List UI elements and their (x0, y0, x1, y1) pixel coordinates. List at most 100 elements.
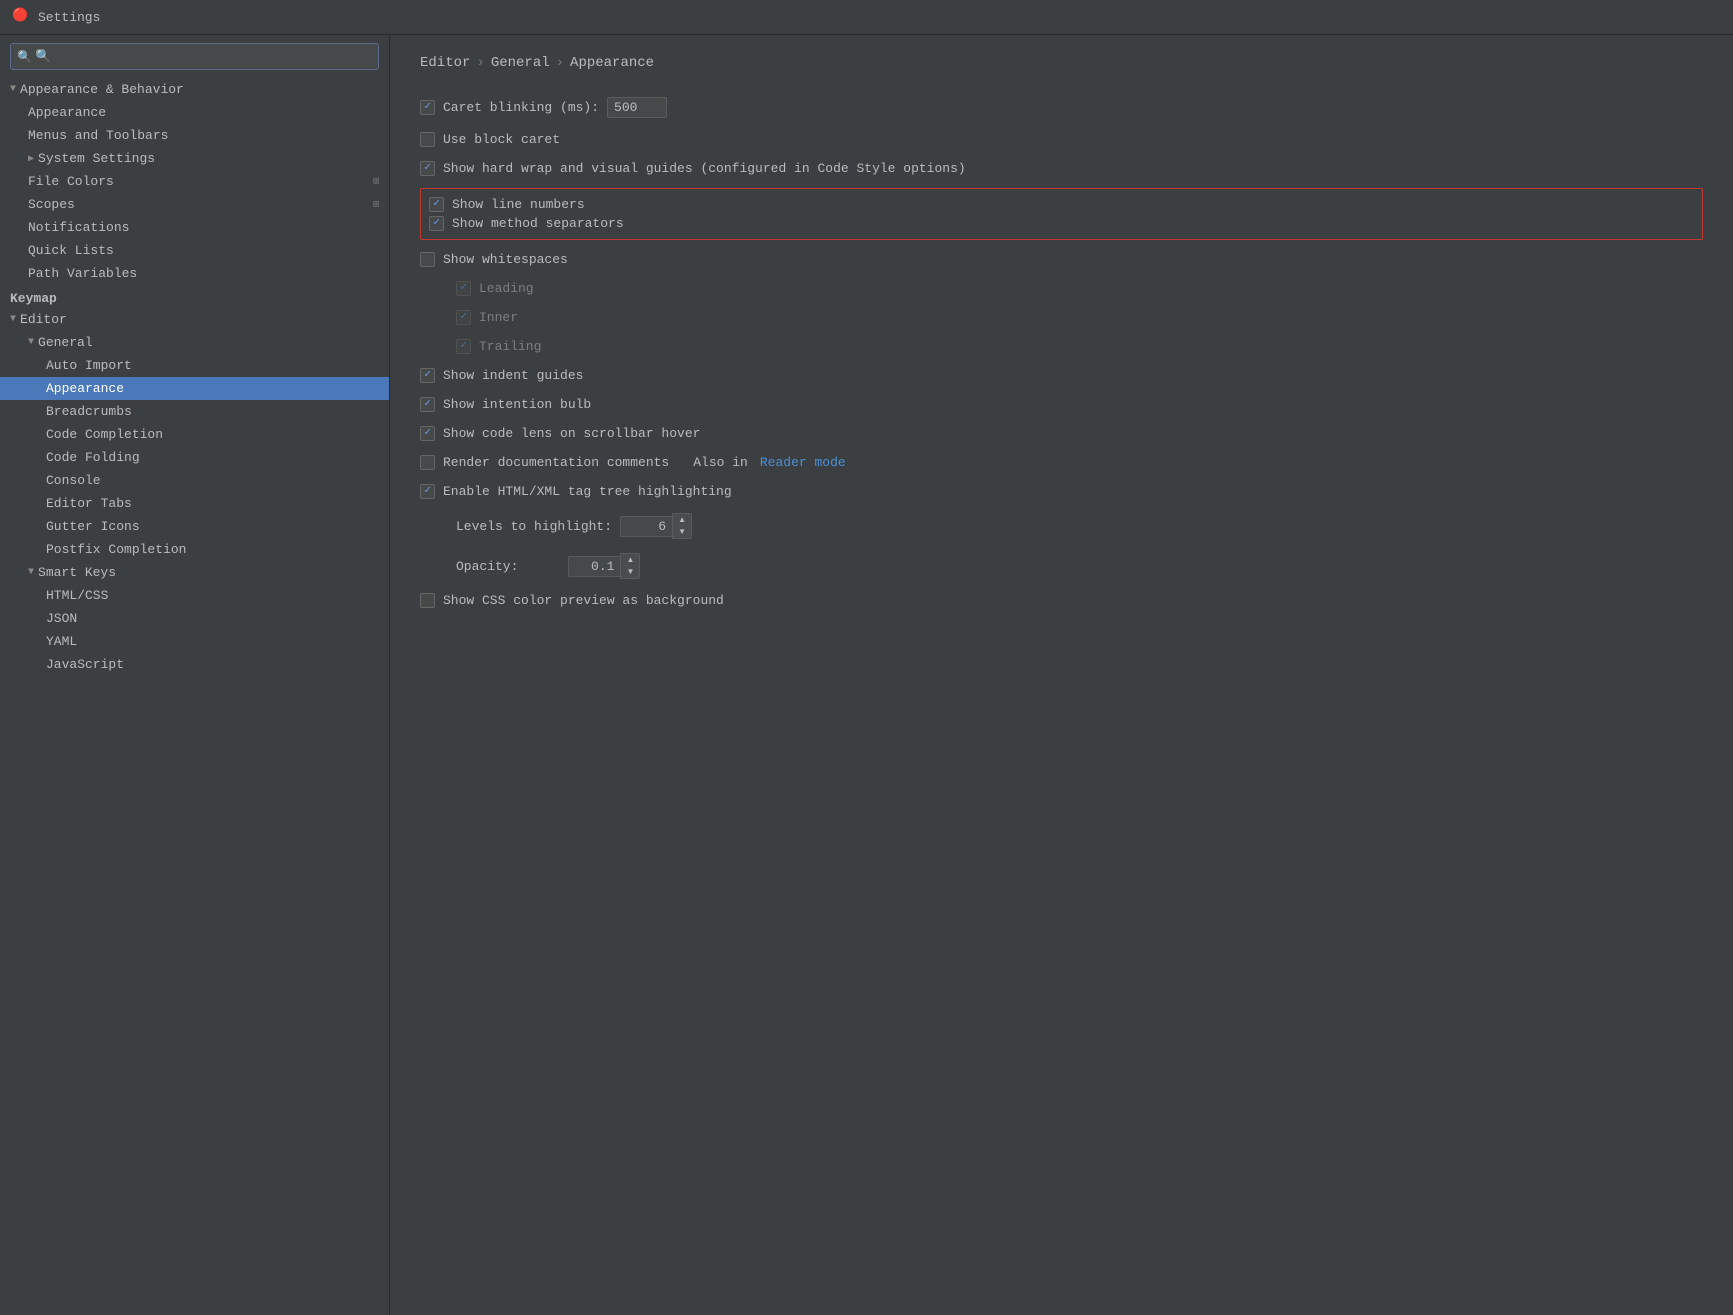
opacity-row: Opacity: ▲ ▼ (420, 551, 1703, 581)
sidebar-item-auto-import[interactable]: Auto Import (0, 354, 389, 377)
sidebar-item-label: Postfix Completion (46, 542, 186, 557)
sidebar-item-system-settings[interactable]: ▶ System Settings (0, 147, 389, 170)
sidebar-item-javascript[interactable]: JavaScript (0, 653, 389, 676)
sidebar-item-editor-tabs[interactable]: Editor Tabs (0, 492, 389, 515)
sidebar-item-scopes[interactable]: Scopes ⊞ (0, 193, 389, 216)
sidebar-item-label: File Colors (28, 174, 114, 189)
sidebar-item-label: Auto Import (46, 358, 132, 373)
opacity-spinner-input[interactable] (568, 556, 620, 577)
show-whitespaces-label: Show whitespaces (443, 252, 568, 267)
show-line-numbers-checkbox[interactable] (429, 197, 444, 212)
sidebar-item-menus-toolbars[interactable]: Menus and Toolbars (0, 124, 389, 147)
sidebar-item-gutter-icons[interactable]: Gutter Icons (0, 515, 389, 538)
levels-spinner: ▲ ▼ (620, 513, 692, 539)
sidebar-item-quick-lists[interactable]: Quick Lists (0, 239, 389, 262)
show-css-color-checkbox[interactable] (420, 593, 435, 608)
opacity-spinner-up[interactable]: ▲ (621, 554, 639, 566)
search-icon: 🔍 (17, 49, 32, 64)
levels-spinner-input[interactable] (620, 516, 672, 537)
use-block-caret-label: Use block caret (443, 132, 560, 147)
render-docs-row: Render documentation comments Also in Re… (420, 453, 1703, 472)
enable-html-xml-label: Enable HTML/XML tag tree highlighting (443, 484, 732, 499)
show-code-lens-checkbox[interactable] (420, 426, 435, 441)
sidebar-item-postfix-completion[interactable]: Postfix Completion (0, 538, 389, 561)
levels-spinner-up[interactable]: ▲ (673, 514, 691, 526)
opacity-spinner-down[interactable]: ▼ (621, 566, 639, 578)
app-icon: 🔴 (12, 8, 30, 26)
sidebar-item-label: Appearance (28, 105, 106, 120)
sidebar-item-notifications[interactable]: Notifications (0, 216, 389, 239)
levels-spinner-buttons: ▲ ▼ (672, 513, 692, 539)
sidebar-item-label: Scopes (28, 197, 75, 212)
leading-checkbox[interactable] (456, 281, 471, 296)
sidebar-item-label: JavaScript (46, 657, 124, 672)
show-code-lens-label: Show code lens on scrollbar hover (443, 426, 700, 441)
sidebar: 🔍 ▼ Appearance & Behavior Appearance Men… (0, 35, 390, 1315)
breadcrumb: Editor › General › Appearance (420, 55, 1703, 71)
leading-label: Leading (479, 281, 534, 296)
sidebar-item-json[interactable]: JSON (0, 607, 389, 630)
sidebar-item-appearance-behavior[interactable]: ▼ Appearance & Behavior (0, 78, 389, 101)
show-css-color-row: Show CSS color preview as background (420, 591, 1703, 610)
levels-spinner-down[interactable]: ▼ (673, 526, 691, 538)
use-block-caret-row: Use block caret (420, 130, 1703, 149)
sidebar-item-editor[interactable]: ▼ Editor (0, 308, 389, 331)
titlebar: 🔴 Settings (0, 0, 1733, 35)
show-code-lens-row: Show code lens on scrollbar hover (420, 424, 1703, 443)
sidebar-item-console[interactable]: Console (0, 469, 389, 492)
breadcrumb-sep-1: › (476, 55, 484, 71)
show-indent-guides-row: Show indent guides (420, 366, 1703, 385)
show-hard-wrap-checkbox[interactable] (420, 161, 435, 176)
reader-mode-link[interactable]: Reader mode (760, 455, 846, 470)
show-hard-wrap-row: Show hard wrap and visual guides (config… (420, 159, 1703, 178)
chevron-right-icon: ▶ (28, 153, 34, 165)
sidebar-item-general[interactable]: ▼ General (0, 331, 389, 354)
sidebar-item-smart-keys[interactable]: ▼ Smart Keys (0, 561, 389, 584)
sidebar-item-label: Keymap (10, 291, 57, 306)
show-intention-bulb-checkbox[interactable] (420, 397, 435, 412)
render-docs-label: Render documentation comments (443, 455, 669, 470)
sidebar-item-appearance[interactable]: Appearance (0, 101, 389, 124)
sidebar-item-label: Appearance & Behavior (20, 82, 184, 97)
inner-checkbox[interactable] (456, 310, 471, 325)
search-input[interactable] (10, 43, 379, 70)
sidebar-item-breadcrumbs[interactable]: Breadcrumbs (0, 400, 389, 423)
search-wrap: 🔍 (0, 35, 389, 78)
chevron-down-icon-3: ▼ (28, 337, 34, 348)
sidebar-item-code-folding[interactable]: Code Folding (0, 446, 389, 469)
trailing-label: Trailing (479, 339, 541, 354)
sidebar-item-keymap[interactable]: Keymap (0, 285, 389, 308)
enable-html-xml-checkbox[interactable] (420, 484, 435, 499)
sidebar-item-label: Smart Keys (38, 565, 116, 580)
chevron-down-icon: ▼ (10, 84, 16, 95)
opacity-spinner-buttons: ▲ ▼ (620, 553, 640, 579)
inner-row: Inner (420, 308, 1703, 327)
sidebar-item-path-variables[interactable]: Path Variables (0, 262, 389, 285)
settings-icon: ⊞ (373, 176, 379, 188)
settings-icon-2: ⊞ (373, 199, 379, 211)
render-docs-checkbox[interactable] (420, 455, 435, 470)
show-method-sep-checkbox[interactable] (429, 216, 444, 231)
caret-blinking-checkbox[interactable] (420, 100, 435, 115)
show-indent-guides-checkbox[interactable] (420, 368, 435, 383)
sidebar-item-label: HTML/CSS (46, 588, 108, 603)
breadcrumb-editor: Editor (420, 55, 470, 71)
sidebar-item-code-completion[interactable]: Code Completion (0, 423, 389, 446)
show-whitespaces-checkbox[interactable] (420, 252, 435, 267)
sidebar-item-appearance-editor[interactable]: Appearance (0, 377, 389, 400)
sidebar-item-yaml[interactable]: YAML (0, 630, 389, 653)
sidebar-item-label: YAML (46, 634, 77, 649)
show-line-numbers-label: Show line numbers (452, 197, 585, 212)
sidebar-item-label: Path Variables (28, 266, 137, 281)
levels-to-highlight-row: Levels to highlight: ▲ ▼ (420, 511, 1703, 541)
main-layout: 🔍 ▼ Appearance & Behavior Appearance Men… (0, 35, 1733, 1315)
sidebar-item-html-css[interactable]: HTML/CSS (0, 584, 389, 607)
caret-blinking-input[interactable] (607, 97, 667, 118)
breadcrumb-general: General (491, 55, 550, 71)
use-block-caret-checkbox[interactable] (420, 132, 435, 147)
sidebar-item-label: Editor Tabs (46, 496, 132, 511)
sidebar-item-label: JSON (46, 611, 77, 626)
sidebar-item-file-colors[interactable]: File Colors ⊞ (0, 170, 389, 193)
trailing-checkbox[interactable] (456, 339, 471, 354)
leading-row: Leading (420, 279, 1703, 298)
